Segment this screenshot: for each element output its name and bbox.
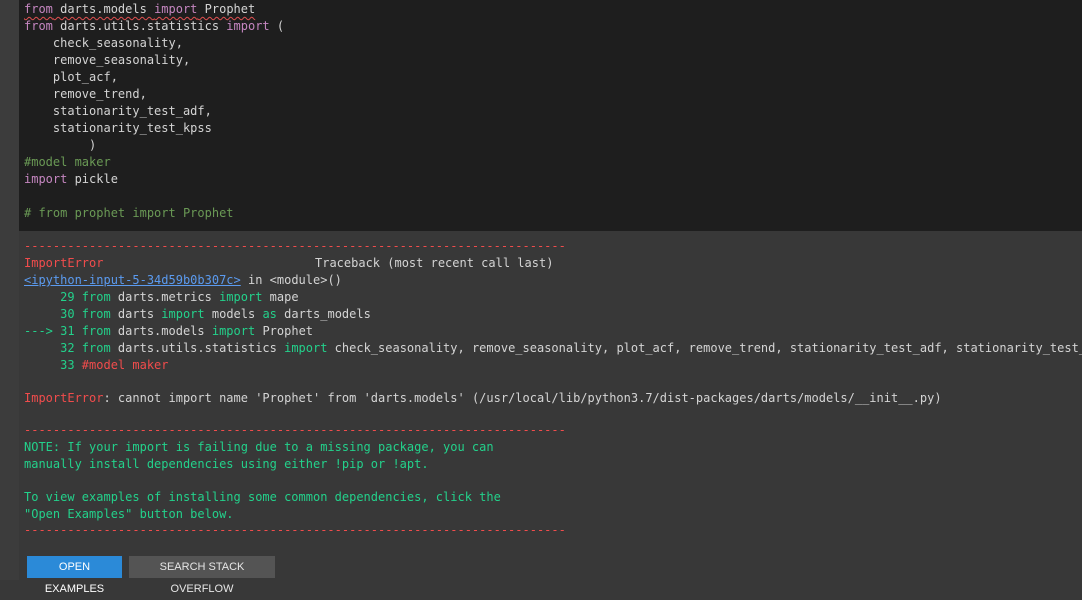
- code-line-import-item: check_seasonality,: [24, 36, 183, 50]
- code-line-import-item: stationarity_test_adf,: [24, 104, 212, 118]
- code-line-2: from darts.utils.statistics import (: [24, 19, 285, 33]
- note-line: "Open Examples" button below.: [24, 507, 234, 521]
- code-comment-model-maker: #model maker: [24, 155, 111, 169]
- traceback-line: 29 from darts.metrics import mape: [24, 290, 299, 304]
- ipython-input-link[interactable]: <ipython-input-5-34d59b0b307c>: [24, 273, 241, 287]
- code-line-import-item: remove_trend,: [24, 87, 147, 101]
- cell-gutter: [0, 0, 19, 580]
- code-line-import-item: stationarity_test_kpss: [24, 121, 212, 135]
- traceback-title: Traceback (most recent call last): [315, 256, 554, 270]
- note-line: To view examples of installing some comm…: [24, 490, 501, 504]
- traceback-line-current: ---> 31 from darts.models import Prophet: [24, 324, 314, 338]
- traceback-header: ImportError Traceback (most recent call l…: [24, 255, 553, 272]
- traceback-line: 33 #model maker: [24, 358, 169, 372]
- code-line-import-item: plot_acf,: [24, 70, 118, 84]
- traceback-line: 30 from darts import models as darts_mod…: [24, 307, 371, 321]
- code-line-close-paren: ): [24, 138, 97, 152]
- error-message: ImportError: cannot import name 'Prophet…: [24, 391, 942, 405]
- output-divider: ----------------------------------------…: [24, 239, 566, 253]
- code-line-import-item: remove_seasonality,: [24, 53, 191, 67]
- code-cell-editor[interactable]: from darts.models import Prophet from da…: [19, 0, 1082, 231]
- output-divider: ----------------------------------------…: [24, 523, 566, 537]
- code-line-import-pickle: import pickle: [24, 172, 118, 186]
- open-examples-button[interactable]: OPEN EXAMPLES: [27, 556, 122, 595]
- error-name: ImportError: [24, 256, 104, 270]
- cell-output: ----------------------------------------…: [19, 232, 1082, 580]
- traceback-line: 32 from darts.utils.statistics import ch…: [24, 341, 1082, 355]
- code-comment-prophet: # from prophet import Prophet: [24, 206, 234, 220]
- code-line-1: from darts.models import Prophet: [24, 2, 256, 16]
- note-line: manually install dependencies using eith…: [24, 457, 429, 471]
- traceback-location: <ipython-input-5-34d59b0b307c> in <modul…: [24, 273, 342, 287]
- search-stack-overflow-button[interactable]: SEARCH STACK OVERFLOW: [129, 556, 275, 595]
- note-line: NOTE: If your import is failing due to a…: [24, 440, 494, 454]
- output-divider: ----------------------------------------…: [24, 423, 566, 437]
